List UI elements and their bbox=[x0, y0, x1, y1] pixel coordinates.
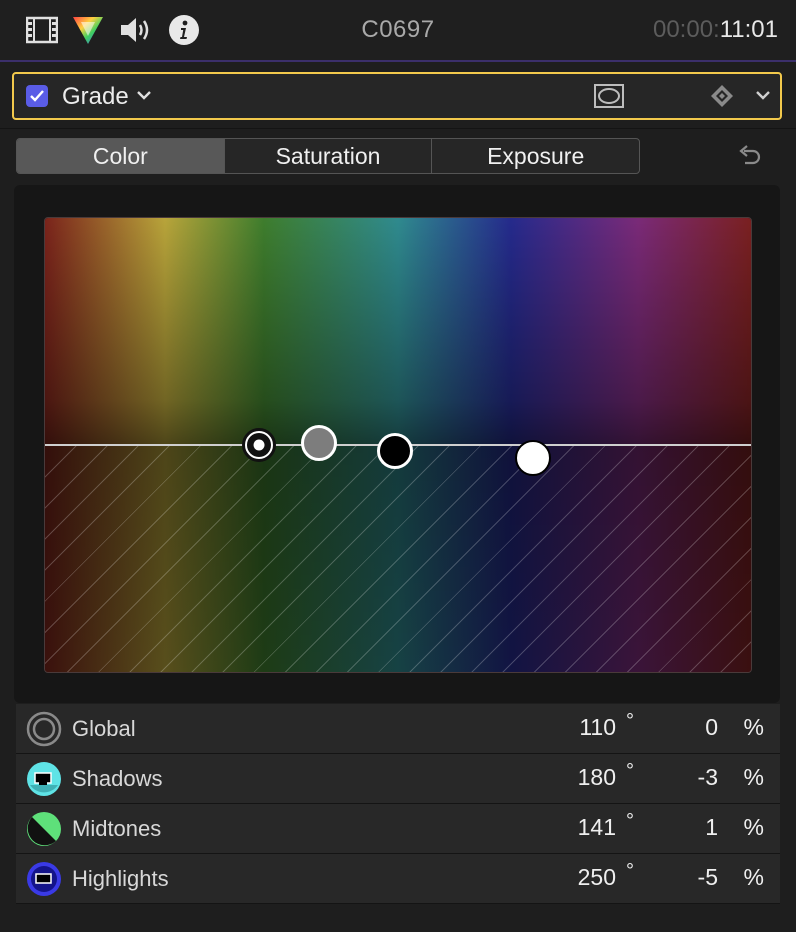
reset-icon[interactable] bbox=[736, 142, 762, 173]
percent-unit: % bbox=[743, 814, 764, 840]
tab-color[interactable]: Color bbox=[17, 139, 225, 173]
divider bbox=[0, 128, 796, 129]
percent-unit: % bbox=[743, 714, 764, 740]
negative-zone-hatch bbox=[45, 445, 751, 672]
checkmark-icon bbox=[30, 90, 44, 102]
degree-unit: ° bbox=[626, 760, 634, 782]
global-puck[interactable] bbox=[242, 428, 276, 462]
row-highlights[interactable]: Highlights 250 ° -5 % bbox=[16, 854, 780, 904]
degree-unit: ° bbox=[626, 810, 634, 832]
hue-value[interactable]: 110 bbox=[536, 714, 616, 741]
midtones-puck[interactable] bbox=[301, 425, 337, 461]
midtones-icon bbox=[26, 811, 62, 847]
row-shadows[interactable]: Shadows 180 ° -3 % bbox=[16, 754, 780, 804]
tab-exposure[interactable]: Exposure bbox=[432, 139, 639, 173]
degree-unit: ° bbox=[626, 710, 634, 732]
effect-row-grade[interactable]: Grade bbox=[12, 72, 782, 120]
shadows-icon bbox=[26, 761, 62, 797]
parameter-list: Global 110 ° 0 % Shadows 180 ° -3 % Midt… bbox=[16, 704, 780, 904]
row-label: Highlights bbox=[72, 866, 169, 891]
row-global[interactable]: Global 110 ° 0 % bbox=[16, 704, 780, 754]
effect-name[interactable]: Grade bbox=[62, 83, 129, 111]
hue-value[interactable]: 250 bbox=[536, 864, 616, 891]
effect-enable-checkbox[interactable] bbox=[26, 85, 48, 107]
chevron-down-icon[interactable] bbox=[136, 88, 152, 106]
expand-chevron-icon[interactable] bbox=[754, 86, 772, 109]
degree-unit: ° bbox=[626, 860, 634, 882]
timecode-value: 11:01 bbox=[719, 16, 778, 43]
percent-unit: % bbox=[743, 864, 764, 890]
row-label: Global bbox=[72, 716, 136, 741]
timecode-leading: 00:00: bbox=[652, 16, 720, 43]
row-label: Shadows bbox=[72, 766, 163, 791]
amount-value[interactable]: -3 bbox=[638, 764, 718, 791]
keyframe-icon[interactable] bbox=[710, 84, 734, 113]
timecode: 00:00:11:01 bbox=[653, 16, 778, 44]
inspector-header: C0697 00:00:11:01 bbox=[0, 0, 796, 62]
amount-value[interactable]: 1 bbox=[638, 814, 718, 841]
mask-icon[interactable] bbox=[594, 84, 624, 113]
global-puck-center bbox=[253, 439, 265, 451]
global-ring-icon bbox=[26, 711, 62, 747]
shadows-puck[interactable] bbox=[377, 433, 413, 469]
amount-value[interactable]: -5 bbox=[638, 864, 718, 891]
tab-saturation[interactable]: Saturation bbox=[225, 139, 433, 173]
hue-value[interactable]: 141 bbox=[536, 814, 616, 841]
row-label: Midtones bbox=[72, 816, 162, 841]
color-board-canvas[interactable] bbox=[44, 217, 752, 673]
highlights-puck[interactable] bbox=[515, 440, 551, 476]
percent-unit: % bbox=[743, 764, 764, 790]
row-midtones[interactable]: Midtones 141 ° 1 % bbox=[16, 804, 780, 854]
color-board bbox=[14, 185, 780, 703]
hue-value[interactable]: 180 bbox=[536, 764, 616, 791]
amount-value[interactable]: 0 bbox=[638, 714, 718, 741]
color-tabs: Color Saturation Exposure bbox=[16, 138, 640, 174]
highlights-icon bbox=[26, 861, 62, 897]
